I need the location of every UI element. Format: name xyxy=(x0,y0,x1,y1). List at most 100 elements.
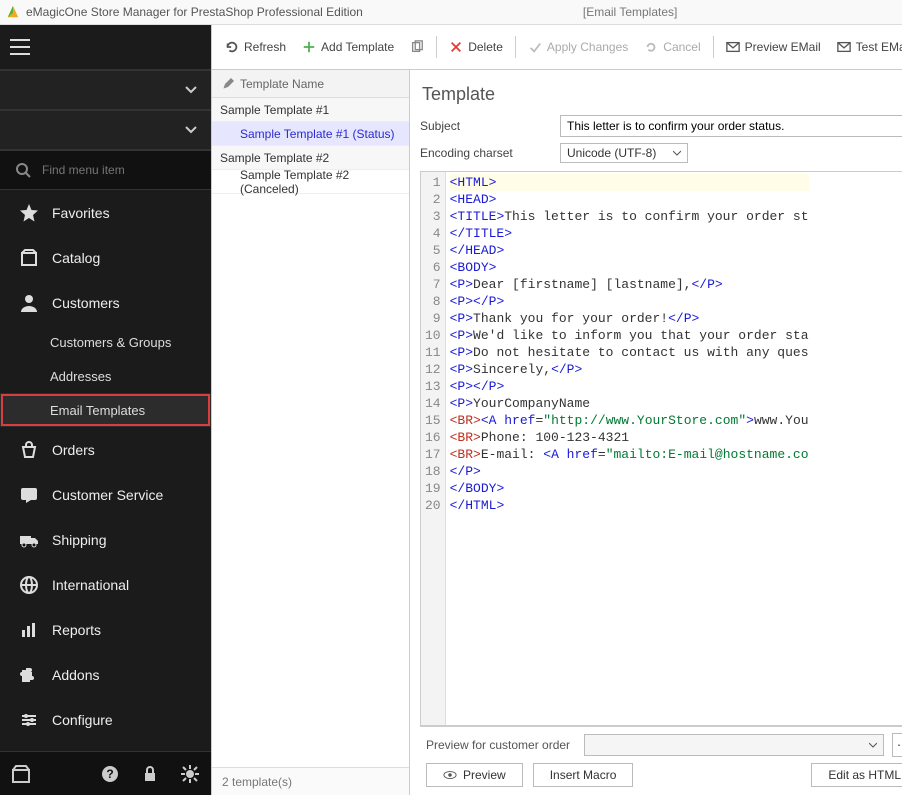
copy-button[interactable] xyxy=(403,36,431,58)
nav-label: Favorites xyxy=(52,205,110,221)
sidebar-item-favorites[interactable]: Favorites xyxy=(0,190,211,235)
chevron-down-icon xyxy=(185,84,197,96)
tree-footer-label: 2 template(s) xyxy=(222,775,292,789)
sidebar-item-shipping[interactable]: Shipping xyxy=(0,517,211,562)
code-body[interactable]: <HTML><HEAD><TITLE>This letter is to con… xyxy=(446,172,813,725)
lock-icon[interactable] xyxy=(139,763,161,785)
editor: Template Subject Encoding charset Unicod… xyxy=(410,70,902,795)
sidebar: Favorites Catalog Customers Customers & Gro… xyxy=(0,25,211,795)
sidebar-item-configure[interactable]: Configure xyxy=(0,697,211,742)
preview-email-button[interactable]: Preview EMail xyxy=(719,36,828,58)
app-icon xyxy=(6,5,20,19)
nav-icon xyxy=(18,439,40,461)
tree-item[interactable]: Sample Template #1 (Status) xyxy=(212,122,409,146)
editor-footer: Preview for customer order ⋯ Preview Ins… xyxy=(420,726,902,795)
preview-order-label: Preview for customer order xyxy=(426,738,576,752)
nav-icon xyxy=(18,574,40,596)
check-icon xyxy=(528,40,542,54)
sidebar-subitem-customers-&-groups[interactable]: Customers & Groups xyxy=(0,325,211,359)
sidebar-item-international[interactable]: International xyxy=(0,562,211,607)
macro-btn-label: Insert Macro xyxy=(550,768,617,782)
sidebar-nav: Favorites Catalog Customers Customers & Gro… xyxy=(0,190,211,751)
insert-macro-button[interactable]: Insert Macro xyxy=(533,763,634,787)
plus-icon xyxy=(302,40,316,54)
main: Refresh Add Template Delete Apply Change… xyxy=(211,25,902,795)
sidebar-item-customer-service[interactable]: Customer Service xyxy=(0,472,211,517)
tree-header[interactable]: Template Name xyxy=(212,70,409,98)
preview-order-combo[interactable] xyxy=(584,734,884,756)
subject-label: Subject xyxy=(420,119,560,133)
add-template-button[interactable]: Add Template xyxy=(295,36,401,58)
cancel-label: Cancel xyxy=(663,40,700,54)
apply-changes-button[interactable]: Apply Changes xyxy=(521,36,635,58)
chevron-down-icon xyxy=(185,124,197,136)
nav-icon xyxy=(18,202,40,224)
code-editor[interactable]: 1234567891011121314151617181920 <HTML><H… xyxy=(420,171,902,726)
store-icon[interactable] xyxy=(10,763,32,785)
undo-icon xyxy=(644,40,658,54)
subject-input[interactable] xyxy=(560,115,902,137)
toolbar: Refresh Add Template Delete Apply Change… xyxy=(212,25,902,70)
refresh-button[interactable]: Refresh xyxy=(218,36,293,58)
sidebar-search-input[interactable] xyxy=(42,163,197,177)
sidebar-collapser-1[interactable] xyxy=(0,70,211,110)
sidebar-item-catalog[interactable]: Catalog xyxy=(0,235,211,280)
test-email-button[interactable]: Test EMail xyxy=(830,36,902,58)
sidebar-item-orders[interactable]: Orders xyxy=(0,427,211,472)
refresh-icon xyxy=(225,40,239,54)
tree-header-label: Template Name xyxy=(240,77,324,91)
add-label: Add Template xyxy=(321,40,394,54)
cancel-button[interactable]: Cancel xyxy=(637,36,707,58)
nav-icon xyxy=(18,619,40,641)
test-email-label: Test EMail xyxy=(856,40,902,54)
nav-icon xyxy=(18,664,40,686)
window-title: eMagicOne Store Manager for PrestaShop P… xyxy=(26,5,363,19)
sidebar-bottom: ? xyxy=(0,751,211,795)
apply-label: Apply Changes xyxy=(547,40,628,54)
refresh-label: Refresh xyxy=(244,40,286,54)
delete-button[interactable]: Delete xyxy=(442,36,510,58)
sidebar-item-customers[interactable]: Customers xyxy=(0,280,211,325)
titlebar: eMagicOne Store Manager for PrestaShop P… xyxy=(0,0,902,25)
sidebar-header xyxy=(0,25,211,70)
chevron-down-icon xyxy=(673,149,681,157)
tree-footer: 2 template(s) xyxy=(212,767,409,795)
sidebar-subitem-addresses[interactable]: Addresses xyxy=(0,359,211,393)
mail-check-icon xyxy=(837,40,851,54)
edit-as-html-button[interactable]: Edit as HTML xyxy=(811,763,902,787)
tree-body: Sample Template #1Sample Template #1 (St… xyxy=(212,98,409,767)
nav-icon xyxy=(18,292,40,314)
hamburger-icon[interactable] xyxy=(10,39,30,55)
template-tree: Template Name Sample Template #1Sample T… xyxy=(212,70,410,795)
help-icon[interactable]: ? xyxy=(99,763,121,785)
x-icon xyxy=(449,40,463,54)
chevron-down-icon xyxy=(869,741,877,749)
nav-label: Reports xyxy=(52,622,101,638)
editor-heading: Template xyxy=(422,84,902,105)
sidebar-collapser-2[interactable] xyxy=(0,110,211,150)
svg-text:?: ? xyxy=(106,767,113,781)
nav-icon xyxy=(18,484,40,506)
sidebar-subitem-email-templates[interactable]: Email Templates xyxy=(0,393,211,427)
nav-label: Customers xyxy=(52,295,120,311)
tree-item[interactable]: Sample Template #2 (Canceled) xyxy=(212,170,409,194)
nav-label: Shipping xyxy=(52,532,107,548)
sidebar-item-addons[interactable]: Addons xyxy=(0,652,211,697)
preview-button[interactable]: Preview xyxy=(426,763,523,787)
charset-select[interactable]: Unicode (UTF-8) xyxy=(560,143,688,163)
sidebar-search[interactable] xyxy=(0,150,211,190)
gear-icon[interactable] xyxy=(179,763,201,785)
edit-btn-label: Edit as HTML xyxy=(828,768,901,782)
preview-order-lookup-button[interactable]: ⋯ xyxy=(892,733,902,757)
nav-label: Configure xyxy=(52,712,113,728)
tree-group[interactable]: Sample Template #2 xyxy=(212,146,409,170)
charset-value: Unicode (UTF-8) xyxy=(567,146,656,160)
sidebar-item-reports[interactable]: Reports xyxy=(0,607,211,652)
nav-icon xyxy=(18,529,40,551)
search-icon xyxy=(14,162,32,178)
tree-group[interactable]: Sample Template #1 xyxy=(212,98,409,122)
charset-label: Encoding charset xyxy=(420,146,560,160)
eye-icon xyxy=(443,768,457,782)
nav-label: Customer Service xyxy=(52,487,163,503)
nav-label: Orders xyxy=(52,442,95,458)
